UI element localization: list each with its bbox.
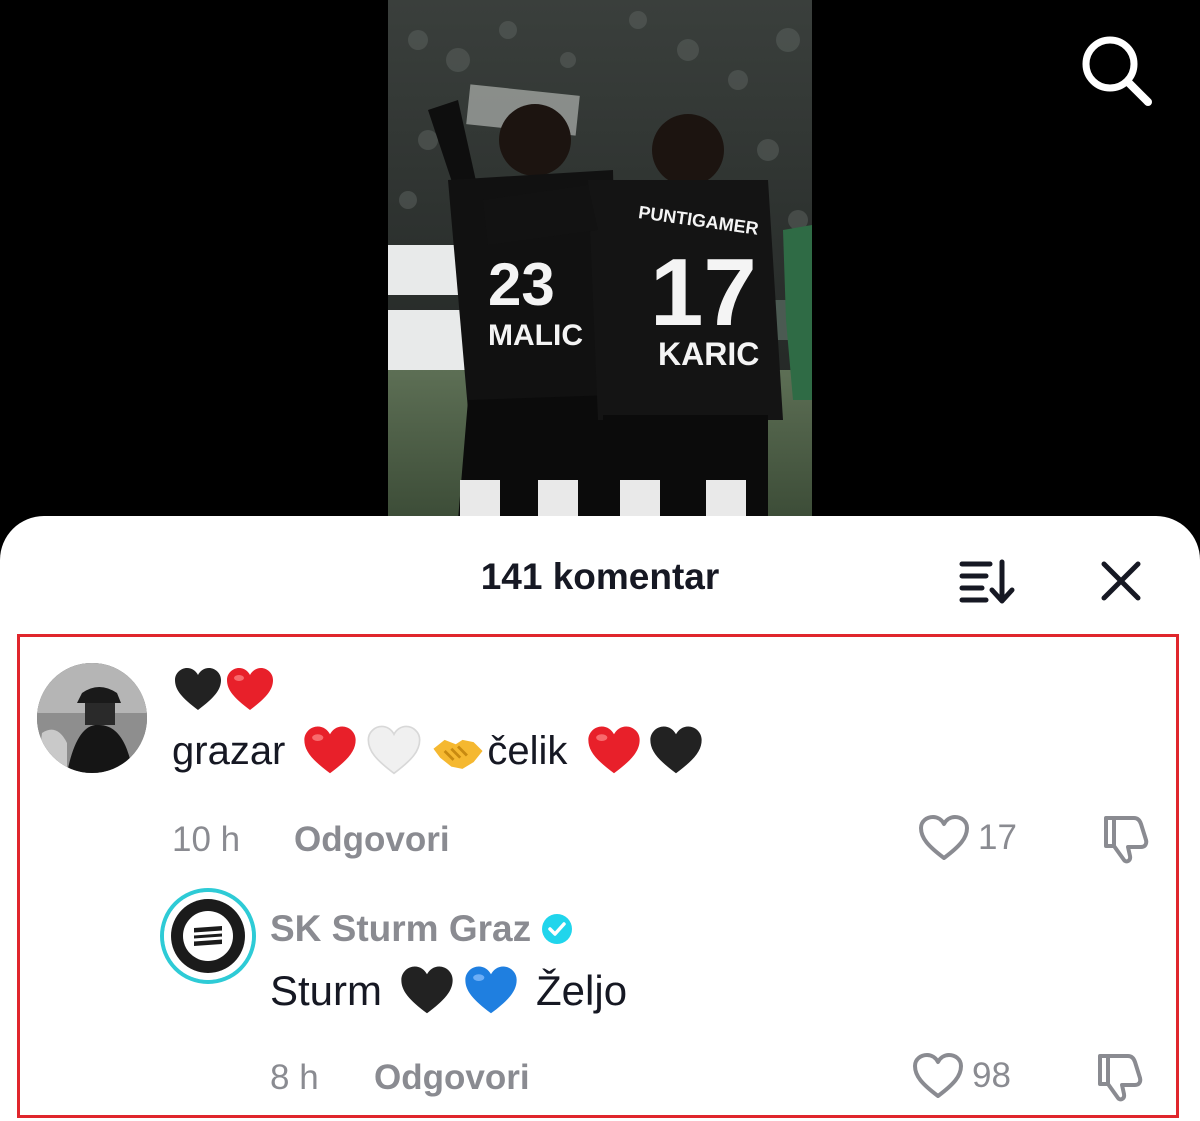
comment-2-author-name[interactable]: SK Sturm Graz (270, 908, 531, 950)
comment-1-reply-button[interactable]: Odgovori (294, 820, 450, 860)
comment-1-text: grazar čelik (172, 722, 705, 780)
black-heart-icon (175, 668, 221, 710)
sort-icon (959, 559, 1015, 604)
blue-heart-icon (465, 966, 517, 1014)
svg-text:KARIC: KARIC (658, 336, 759, 372)
thumbs-down-icon (1104, 816, 1149, 864)
commenter-avatar[interactable] (37, 663, 147, 773)
close-comments-button[interactable] (1096, 556, 1146, 606)
sturm-graz-avatar[interactable] (160, 888, 256, 984)
heart-outline-icon (919, 815, 969, 860)
sort-comments-button[interactable] (956, 556, 1018, 606)
search-icon (1082, 36, 1152, 106)
comment-1-like-count: 17 (978, 818, 1017, 857)
comment-2-dislike-button[interactable] (1094, 1050, 1146, 1108)
svg-text:MALIC: MALIC (488, 319, 583, 352)
comment-2-author[interactable]: SK Sturm Graz (270, 908, 573, 950)
black-heart-icon (401, 966, 453, 1014)
comment-2-text-part: Željo (536, 967, 628, 1014)
comment-1-text-part: grazar (172, 728, 286, 773)
comment-2-like-count: 98 (972, 1056, 1011, 1095)
video-player[interactable]: 23 MALIC 17 KARIC PUNTIGAMER (0, 0, 1200, 530)
heart-outline-icon (913, 1053, 963, 1098)
verified-badge-icon (542, 914, 573, 944)
comment-2-reply-button[interactable]: Odgovori (374, 1058, 530, 1098)
comment-2-like-button[interactable]: 98 (912, 1052, 1011, 1100)
red-heart-icon (304, 726, 357, 774)
red-heart-icon (227, 668, 273, 710)
comment-1-like-button[interactable]: 17 (918, 814, 1017, 862)
white-heart-icon (367, 725, 421, 775)
comment-2-text-part: Sturm (270, 967, 383, 1014)
black-heart-icon (650, 726, 703, 774)
search-button[interactable] (1078, 32, 1154, 108)
comment-2-timestamp: 8 h (270, 1058, 319, 1097)
red-heart-icon (588, 726, 641, 774)
comment-1-dislike-button[interactable] (1100, 812, 1152, 870)
handshake-icon (433, 739, 483, 769)
comment-1-timestamp: 10 h (172, 820, 241, 859)
video-frame[interactable]: 23 MALIC 17 KARIC PUNTIGAMER (388, 0, 812, 520)
svg-text:17: 17 (650, 239, 757, 346)
svg-text:23: 23 (488, 251, 555, 318)
comment-2-text: Sturm Željo (270, 962, 627, 1020)
close-icon (1101, 561, 1141, 601)
thumbs-down-icon (1098, 1054, 1143, 1102)
comments-count-title: 141 komentar (480, 556, 720, 597)
comment-1-text-part: čelik (487, 728, 568, 773)
comment-1-emoji-line (172, 664, 276, 716)
